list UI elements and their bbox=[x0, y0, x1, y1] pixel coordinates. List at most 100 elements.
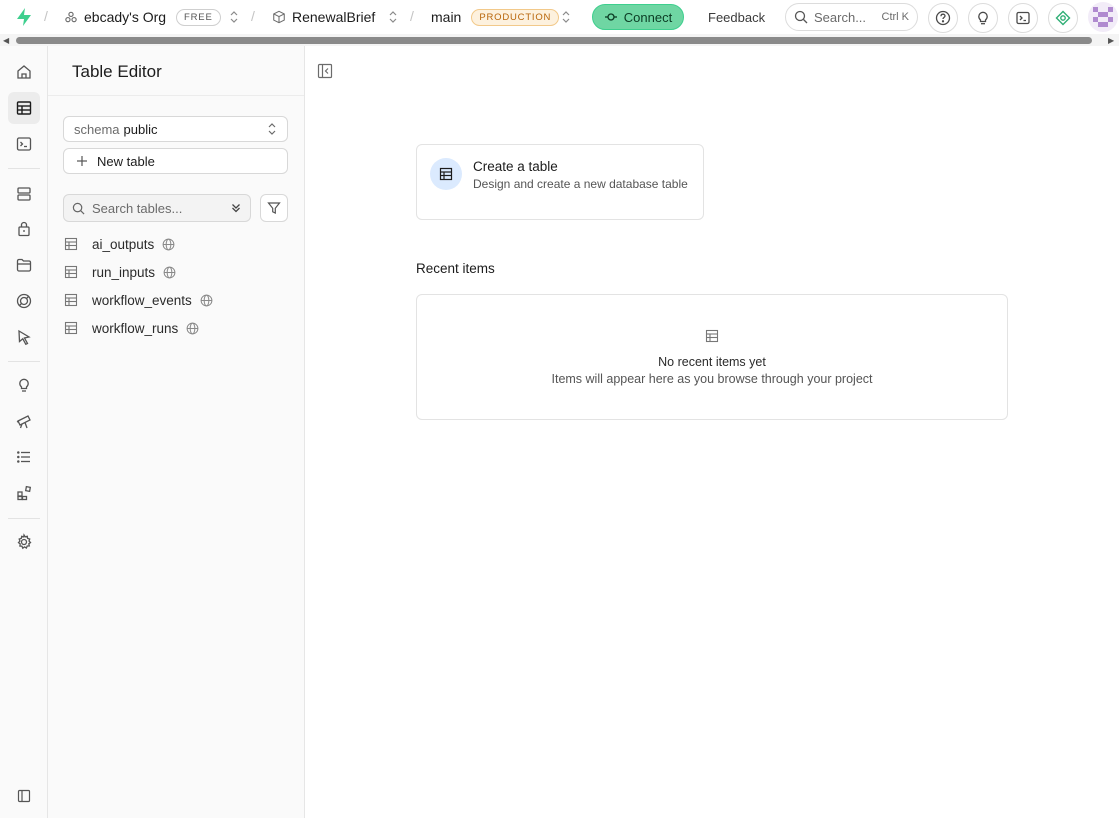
table-list: ai_outputs run_inputs workflow_events wo… bbox=[64, 230, 294, 342]
nav-integrations[interactable] bbox=[8, 477, 40, 509]
search-placeholder: Search... bbox=[814, 9, 867, 25]
project-name: RenewalBrief bbox=[292, 9, 376, 25]
search-shortcut: Ctrl K bbox=[881, 11, 910, 23]
nav-sql-editor[interactable] bbox=[8, 128, 40, 160]
branch-name: main bbox=[431, 9, 462, 25]
table-item-workflow-runs[interactable]: workflow_runs bbox=[64, 314, 294, 342]
sql-terminal-button[interactable] bbox=[1008, 3, 1038, 33]
branch-switch-chevrons-icon[interactable] bbox=[561, 10, 571, 24]
nav-advisors[interactable] bbox=[8, 369, 40, 401]
nav-home[interactable] bbox=[8, 56, 40, 88]
breadcrumb-separator: / bbox=[251, 8, 255, 24]
top-bar: / ebcady's Org FREE / RenewalBrief / mai… bbox=[0, 0, 1119, 34]
table-icon bbox=[64, 237, 78, 251]
collapse-sidebar-icon bbox=[17, 789, 31, 803]
table-name: workflow_events bbox=[92, 292, 192, 308]
connect-button[interactable]: Connect bbox=[592, 4, 684, 30]
scroll-right-arrow-icon[interactable]: ▶ bbox=[1108, 36, 1116, 45]
auth-icon bbox=[18, 221, 30, 237]
nav-authentication[interactable] bbox=[8, 213, 40, 245]
search-tables-placeholder: Search tables... bbox=[92, 200, 183, 216]
recent-items-empty-state: No recent items yet Items will appear he… bbox=[416, 294, 1008, 420]
lightbulb-icon bbox=[978, 11, 988, 25]
home-icon bbox=[17, 65, 31, 79]
realtime-icon bbox=[16, 293, 32, 309]
integrations-icon bbox=[17, 485, 32, 501]
ai-assistant-icon bbox=[1055, 10, 1071, 26]
filter-button[interactable] bbox=[260, 194, 288, 222]
nav-edge-functions[interactable] bbox=[8, 321, 40, 353]
nav-database[interactable] bbox=[8, 178, 40, 210]
project-switch-chevrons-icon[interactable] bbox=[388, 10, 398, 24]
nav-table-editor[interactable] bbox=[8, 92, 40, 124]
table-name: ai_outputs bbox=[92, 236, 155, 252]
table-editor-panel: Table Editor schema public New table Sea… bbox=[48, 46, 305, 818]
create-table-title: Create a table bbox=[473, 159, 558, 174]
search-icon bbox=[72, 202, 85, 214]
panel-title: Table Editor bbox=[72, 62, 162, 81]
global-search[interactable]: Search... Ctrl K bbox=[785, 3, 918, 31]
nav-collapse-sidebar[interactable] bbox=[8, 780, 40, 812]
sql-editor-icon bbox=[16, 137, 32, 151]
breadcrumb-separator: / bbox=[410, 8, 414, 24]
feedback-button[interactable]: Feedback bbox=[700, 0, 773, 34]
empty-state-description: Items will appear here as you browse thr… bbox=[551, 372, 873, 386]
project-box-icon bbox=[273, 10, 285, 24]
org-icon bbox=[65, 11, 77, 23]
search-icon bbox=[794, 10, 808, 24]
plan-badge: FREE bbox=[176, 8, 221, 26]
assistant-button[interactable] bbox=[1048, 3, 1078, 33]
table-item-workflow-events[interactable]: workflow_events bbox=[64, 286, 294, 314]
terminal-icon bbox=[1016, 11, 1030, 25]
nav-realtime[interactable] bbox=[8, 285, 40, 317]
create-table-description: Design and create a new database table bbox=[473, 177, 688, 191]
logs-icon bbox=[17, 451, 30, 463]
new-table-button[interactable]: New table bbox=[63, 148, 288, 174]
project-selector[interactable]: RenewalBrief bbox=[272, 0, 375, 34]
rail-divider bbox=[8, 518, 40, 519]
table-item-run-inputs[interactable]: run_inputs bbox=[64, 258, 294, 286]
nav-settings[interactable] bbox=[8, 526, 40, 558]
chevrons-down-icon[interactable] bbox=[230, 202, 242, 214]
table-item-ai-outputs[interactable]: ai_outputs bbox=[64, 230, 294, 258]
supabase-logo-icon[interactable] bbox=[14, 7, 34, 27]
nav-logs[interactable] bbox=[8, 441, 40, 473]
environment-badge: PRODUCTION bbox=[471, 8, 560, 26]
advisor-button[interactable] bbox=[968, 3, 998, 33]
branch-selector[interactable]: main PRODUCTION bbox=[431, 0, 560, 34]
table-editor-icon bbox=[16, 101, 32, 115]
advisors-icon bbox=[19, 378, 29, 392]
new-table-label: New table bbox=[97, 153, 155, 169]
chevrons-up-down-icon bbox=[268, 123, 276, 135]
org-switch-chevrons-icon[interactable] bbox=[229, 10, 239, 24]
panel-divider bbox=[48, 95, 304, 96]
horizontal-scrollbar[interactable]: ◀ ▶ bbox=[0, 34, 1119, 46]
help-icon bbox=[935, 10, 951, 26]
nav-storage[interactable] bbox=[8, 249, 40, 281]
globe-icon bbox=[162, 238, 175, 250]
globe-icon bbox=[200, 294, 213, 306]
reports-icon bbox=[16, 415, 31, 429]
collapse-panel-icon[interactable] bbox=[317, 63, 333, 79]
scroll-left-arrow-icon[interactable]: ◀ bbox=[3, 36, 11, 45]
create-table-card[interactable]: Create a table Design and create a new d… bbox=[416, 144, 704, 220]
org-selector[interactable]: ebcady's Org FREE bbox=[64, 0, 221, 34]
user-avatar[interactable] bbox=[1088, 2, 1118, 32]
search-tables-input[interactable]: Search tables... bbox=[63, 194, 251, 222]
help-button[interactable] bbox=[928, 3, 958, 33]
schema-selector[interactable]: schema public bbox=[63, 116, 288, 142]
table-icon bbox=[64, 293, 78, 307]
nav-reports[interactable] bbox=[8, 405, 40, 437]
plus-icon bbox=[77, 156, 87, 166]
edge-functions-icon bbox=[18, 329, 31, 346]
globe-icon bbox=[186, 322, 199, 334]
connect-label: Connect bbox=[623, 9, 673, 25]
table-icon bbox=[64, 321, 78, 335]
nav-rail bbox=[0, 46, 48, 818]
org-name: ebcady's Org bbox=[84, 9, 167, 25]
create-table-icon-badge bbox=[430, 158, 462, 190]
scrollbar-thumb[interactable] bbox=[16, 37, 1092, 44]
breadcrumb-separator: / bbox=[44, 8, 48, 24]
main-content: Create a table Design and create a new d… bbox=[305, 46, 1119, 818]
filter-icon bbox=[267, 202, 281, 214]
